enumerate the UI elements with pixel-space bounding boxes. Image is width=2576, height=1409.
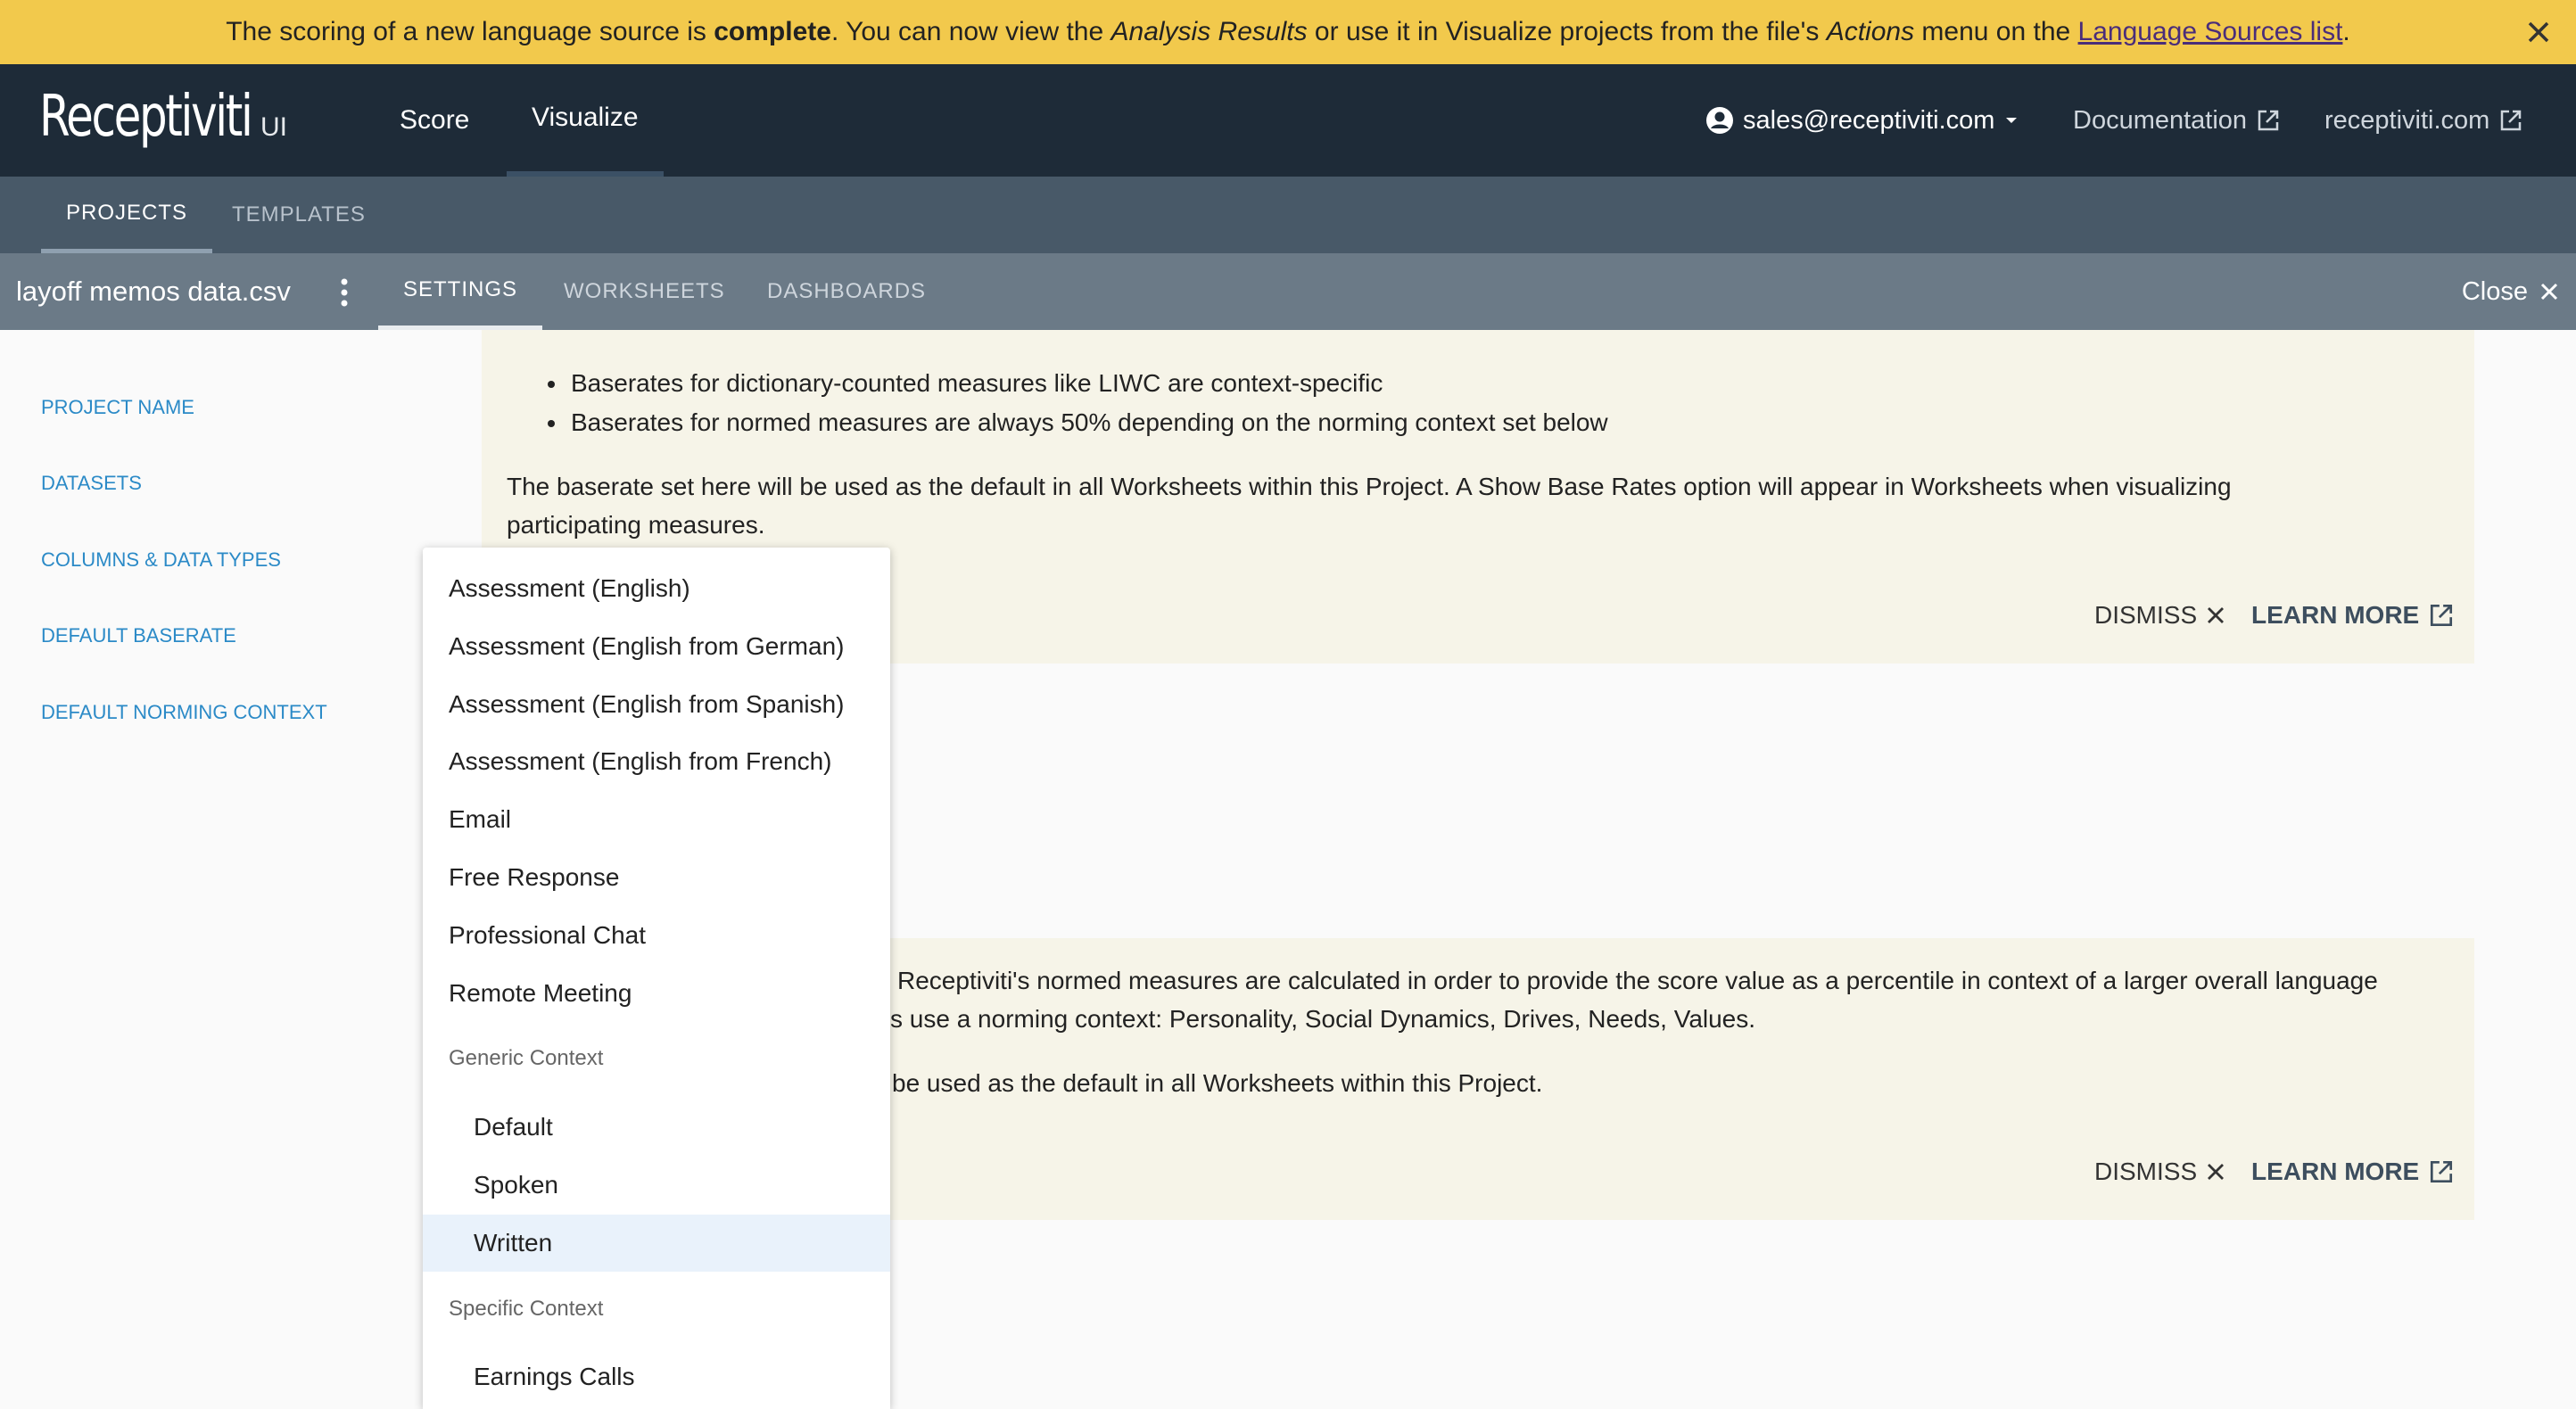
group-generic-context: Generic Context [449,1046,604,1070]
external-link-icon [2501,110,2522,131]
notification-banner: The scoring of a new language source is … [0,0,2576,64]
tab-templates[interactable]: TEMPLATES [232,177,366,253]
banner-actions: Actions [1826,17,1915,46]
language-sources-link[interactable]: Language Sources list [2078,17,2343,46]
tab-projects-label: PROJECTS [66,200,188,225]
dismiss-button[interactable]: DISMISS [2094,1158,2227,1186]
banner-text-part: . You can now view the [830,17,1111,46]
option-assessment-french[interactable]: Assessment (English from French) [423,733,890,790]
logo[interactable]: Receptiviti UI [39,84,287,150]
external-link-icon [2431,604,2453,627]
sidebar-item-project-name[interactable]: PROJECT NAME [41,396,194,419]
banner-text-part: . [2342,17,2350,46]
baserate-bullet: Baserates for dictionary-counted measure… [547,369,1383,397]
baserate-description: The baserate set here will be used as th… [507,473,2232,500]
banner-analysis-results: Analysis Results [1110,17,1308,46]
option-professional-chat[interactable]: Professional Chat [423,907,890,964]
option-assessment-german[interactable]: Assessment (English from German) [423,618,890,675]
receptiviti-site-link[interactable]: receptiviti.com [2324,64,2523,177]
norming-context-dropdown: Assessment (English) Assessment (English… [423,548,890,1409]
learn-more-button[interactable]: LEARN MORE [2251,601,2455,630]
tab-settings[interactable]: SETTINGS [378,253,543,330]
close-icon[interactable] [2521,14,2556,50]
project-bar: layoff memos data.csv SETTINGS WORKSHEET… [0,253,2576,330]
banner-text-part: The scoring of a new language source is [226,17,714,46]
logo-wordmark: Receptiviti [39,84,253,150]
option-assessment-spanish[interactable]: Assessment (English from Spanish) [423,676,890,733]
sidebar-item-columns[interactable]: COLUMNS & DATA TYPES [41,548,281,572]
nav-score[interactable]: Score [400,64,469,177]
option-email[interactable]: Email [423,791,890,848]
documentation-label: Documentation [2073,105,2248,135]
documentation-link[interactable]: Documentation [2073,64,2281,177]
dismiss-button[interactable]: DISMISS [2094,601,2227,630]
logo-suffix: UI [260,112,287,142]
tab-dashboards[interactable]: DASHBOARDS [767,253,926,330]
option-spoken[interactable]: Spoken [423,1157,890,1214]
norming-description: be used as the default in all Worksheets… [892,1069,1543,1097]
option-default[interactable]: Default [423,1099,890,1156]
baserate-bullet: Baserates for normed measures are always… [548,408,1608,436]
option-assessment-english[interactable]: Assessment (English) [423,560,890,617]
banner-text-part: or use it in Visualize projects from the… [1307,17,1827,46]
external-link-icon [2431,1160,2453,1183]
kebab-menu-icon[interactable] [335,276,353,309]
close-icon [2540,283,2558,301]
nav-visualize[interactable]: Visualize [507,64,664,177]
banner-text-part: menu on the [1914,17,2078,46]
close-icon [2208,607,2225,623]
sub-navigation: PROJECTS TEMPLATES [0,177,2576,253]
project-title: layoff memos data.csv [16,276,291,307]
top-navigation: Receptiviti UI Score Visualize sales@rec… [0,64,2576,177]
option-remote-meeting[interactable]: Remote Meeting [423,965,890,1022]
tab-worksheets[interactable]: WORKSHEETS [564,253,725,330]
account-circle-icon [1706,107,1733,134]
norming-description: s use a norming context: Personality, So… [890,1005,1756,1033]
learn-more-button[interactable]: LEARN MORE [2251,1158,2455,1186]
caret-down-icon [2006,118,2018,123]
banner-text: The scoring of a new language source is … [226,17,2350,47]
sidebar-item-norming-context[interactable]: DEFAULT NORMING CONTEXT [41,701,327,724]
baserate-description: participating measures. [507,511,765,539]
sidebar-item-datasets[interactable]: DATASETS [41,472,142,495]
sidebar-item-baserate[interactable]: DEFAULT BASERATE [41,624,236,647]
close-icon [2208,1164,2225,1180]
external-link-icon [2258,110,2279,131]
account-menu[interactable]: sales@receptiviti.com [1705,64,2019,177]
tab-projects[interactable]: PROJECTS [41,177,213,253]
banner-bold: complete [714,17,831,46]
close-project-button[interactable]: Close [2462,253,2562,330]
site-label: receptiviti.com [2324,105,2490,135]
close-label: Close [2461,276,2528,306]
account-email: sales@receptiviti.com [1743,105,1995,135]
tab-templates-label: TEMPLATES [232,202,366,227]
learn-more-label: LEARN MORE [2251,601,2420,629]
dismiss-label: DISMISS [2094,601,2198,629]
learn-more-label: LEARN MORE [2251,1158,2420,1185]
group-specific-context: Specific Context [449,1297,604,1321]
dismiss-label: DISMISS [2094,1158,2198,1185]
option-free-response[interactable]: Free Response [423,849,890,906]
option-earnings-calls[interactable]: Earnings Calls [423,1348,890,1405]
norming-description: Receptiviti's normed measures are calcul… [897,967,2378,994]
option-written[interactable]: Written [423,1215,890,1272]
